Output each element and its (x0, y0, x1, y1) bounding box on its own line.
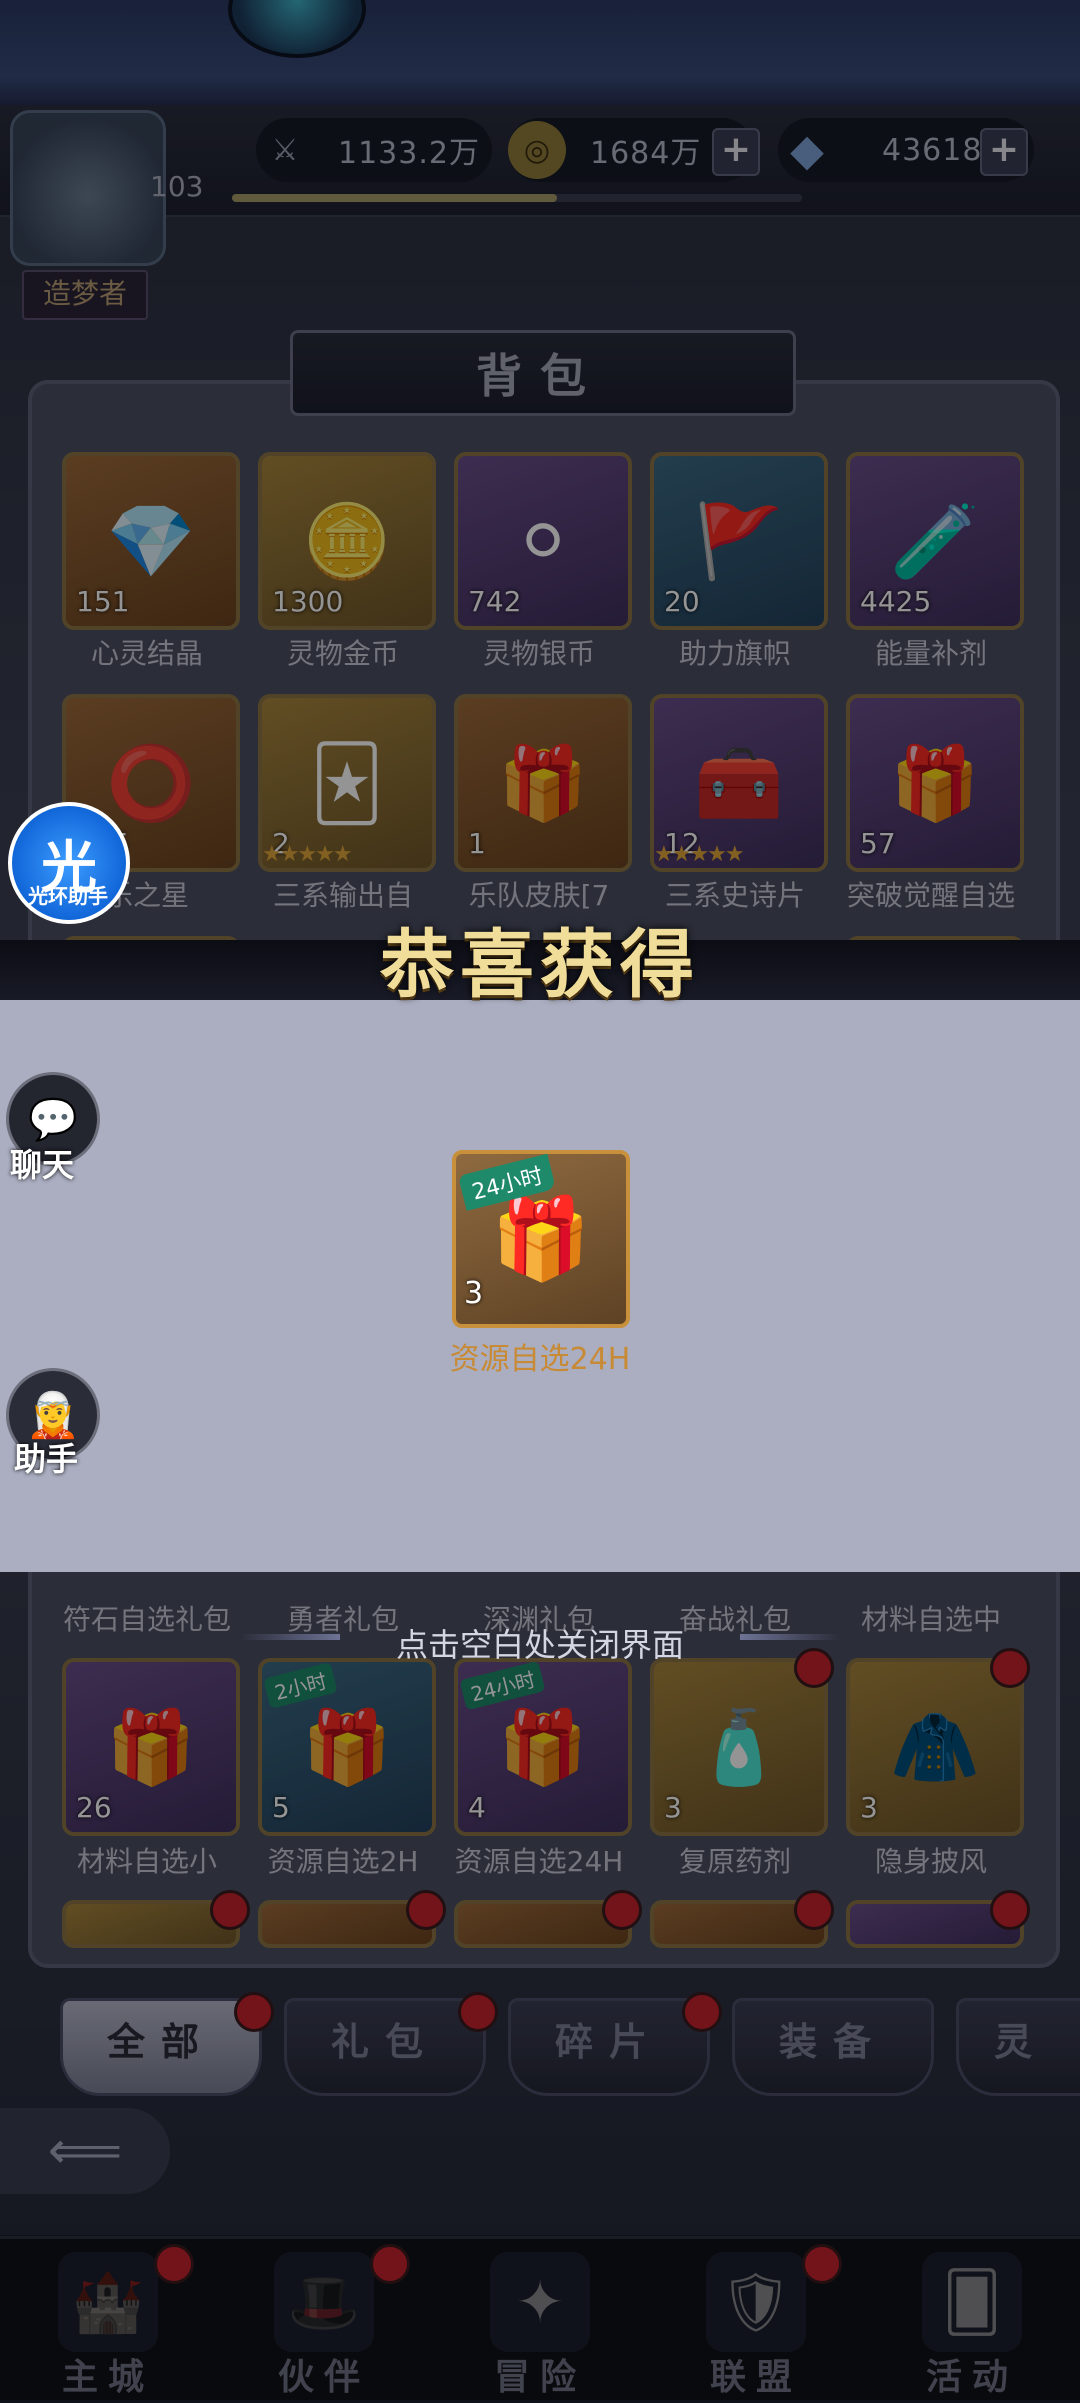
dim-overlay-bottom[interactable] (0, 1572, 1080, 2400)
close-hint: 点击空白处关闭界面 (395, 1626, 684, 1664)
dim-overlay-top[interactable] (0, 0, 1080, 990)
reward-item-count: 3 (464, 1276, 484, 1311)
reward-item-name: 资源自选24H (449, 1342, 631, 1377)
assistant-label: 助手 (14, 1440, 79, 1478)
hint-decoration (740, 1634, 840, 1640)
gift-box-icon: 🎁 (491, 1192, 591, 1285)
chat-label: 聊天 (10, 1146, 75, 1184)
chat-bubble-icon: 💬 (28, 1096, 78, 1143)
hint-decoration (240, 1634, 340, 1640)
halo-helper-label: 光环助手 (28, 884, 108, 908)
reward-title: 恭喜获得 (380, 922, 700, 1008)
